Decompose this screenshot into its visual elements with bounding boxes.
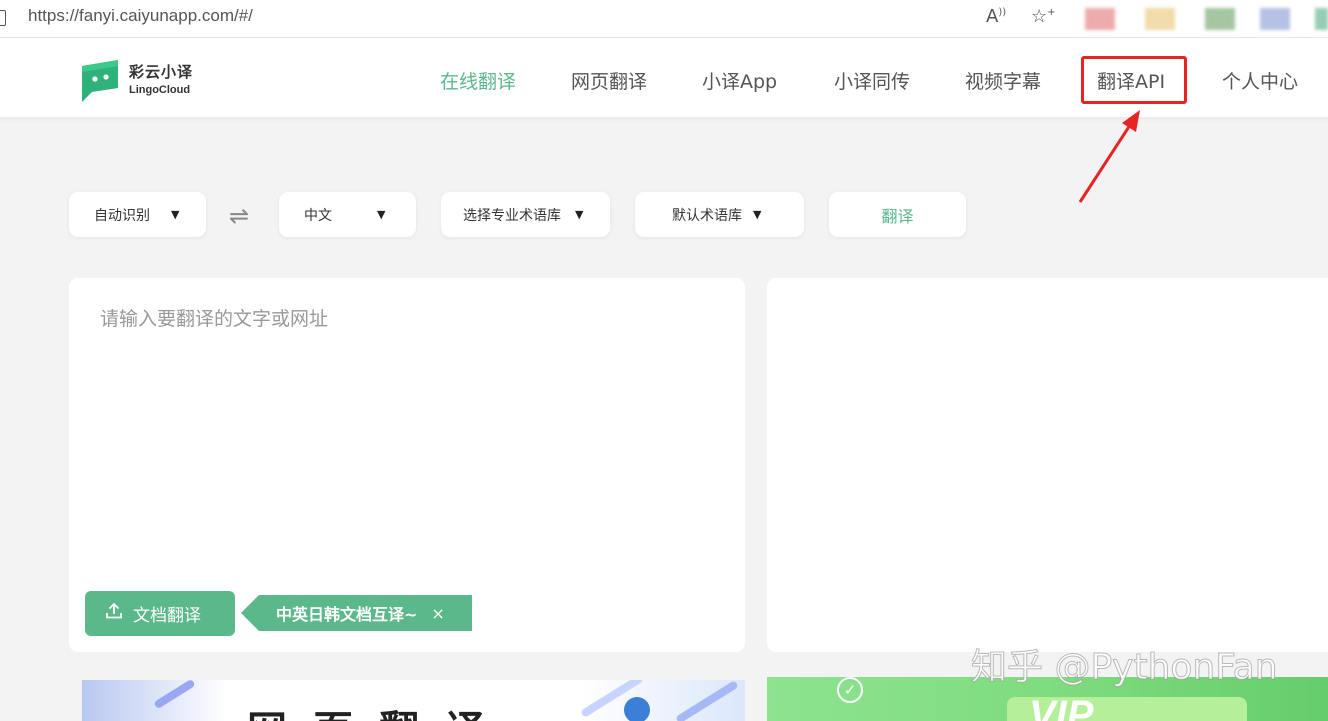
chevron-down-icon: ▼ (753, 208, 762, 221)
logo-cn-text: 彩云小译 (129, 62, 194, 81)
add-favorite-icon[interactable]: ☆+ (1031, 6, 1056, 27)
swap-languages-icon[interactable]: ⇌ (229, 202, 249, 230)
glossary-label: 选择专业术语库 (463, 207, 561, 224)
nav-app[interactable]: 小译App (702, 67, 777, 94)
api-highlight-box (1081, 56, 1187, 104)
browser-address-bar: https://fanyi.caiyunapp.com/#/ A)) ☆+ (0, 0, 1328, 38)
extension-icons (1085, 8, 1328, 30)
document-translate-button[interactable]: 文档翻译 (85, 591, 235, 636)
doc-promo-text: 中英日韩文档互译~ (276, 605, 418, 624)
check-icon: ✓ (837, 677, 863, 703)
translate-button[interactable]: 翻译 (829, 192, 966, 237)
chevron-down-icon: ▼ (377, 208, 386, 221)
page-info-icon[interactable] (0, 10, 6, 26)
chevron-down-icon: ▼ (171, 208, 180, 221)
address-url[interactable]: https://fanyi.caiyunapp.com/#/ (28, 6, 253, 26)
source-language-label: 自动识别 (94, 207, 150, 224)
default-glossary-select[interactable]: 默认术语库 ▼ (635, 192, 804, 237)
source-language-select[interactable]: 自动识别 ▼ (69, 192, 206, 237)
source-text-input[interactable]: 请输入要翻译的文字或网址 (100, 304, 328, 331)
banner-left-text: 网页翻译 (247, 698, 511, 721)
clock-icon (624, 697, 650, 721)
target-language-select[interactable]: 中文 ▼ (279, 192, 416, 237)
chevron-down-icon: ▼ (575, 208, 584, 221)
nav-simultaneous[interactable]: 小译同传 (834, 67, 910, 94)
doc-promo-tag: 中英日韩文档互译~ × (259, 595, 472, 631)
logo[interactable]: 彩云小译 LingoCloud (80, 58, 193, 102)
document-translate-label: 文档翻译 (133, 606, 201, 626)
close-icon[interactable]: × (431, 604, 444, 623)
web-translate-banner[interactable]: 网页翻译 (82, 680, 745, 721)
target-language-label: 中文 (304, 207, 332, 224)
annotation-arrow-icon (1078, 110, 1140, 203)
glossary-select[interactable]: 选择专业术语库 ▼ (441, 192, 610, 237)
tag-pointer (241, 595, 259, 631)
translation-output-panel (767, 278, 1328, 652)
read-aloud-icon[interactable]: A)) (986, 6, 1006, 27)
nav-web-translate[interactable]: 网页翻译 (571, 67, 647, 94)
nav-video-subtitles[interactable]: 视频字幕 (965, 67, 1041, 94)
nav-online-translate[interactable]: 在线翻译 (440, 67, 516, 94)
nav-user-center[interactable]: 个人中心 (1222, 67, 1298, 94)
vip-text: VIP (1029, 693, 1094, 721)
logo-en-text: LingoCloud (129, 83, 191, 96)
watermark: 知乎 @PythonFan (971, 647, 1279, 689)
upload-icon (105, 602, 123, 625)
default-glossary-label: 默认术语库 (672, 207, 742, 224)
lingocloud-logo-icon (80, 58, 120, 102)
